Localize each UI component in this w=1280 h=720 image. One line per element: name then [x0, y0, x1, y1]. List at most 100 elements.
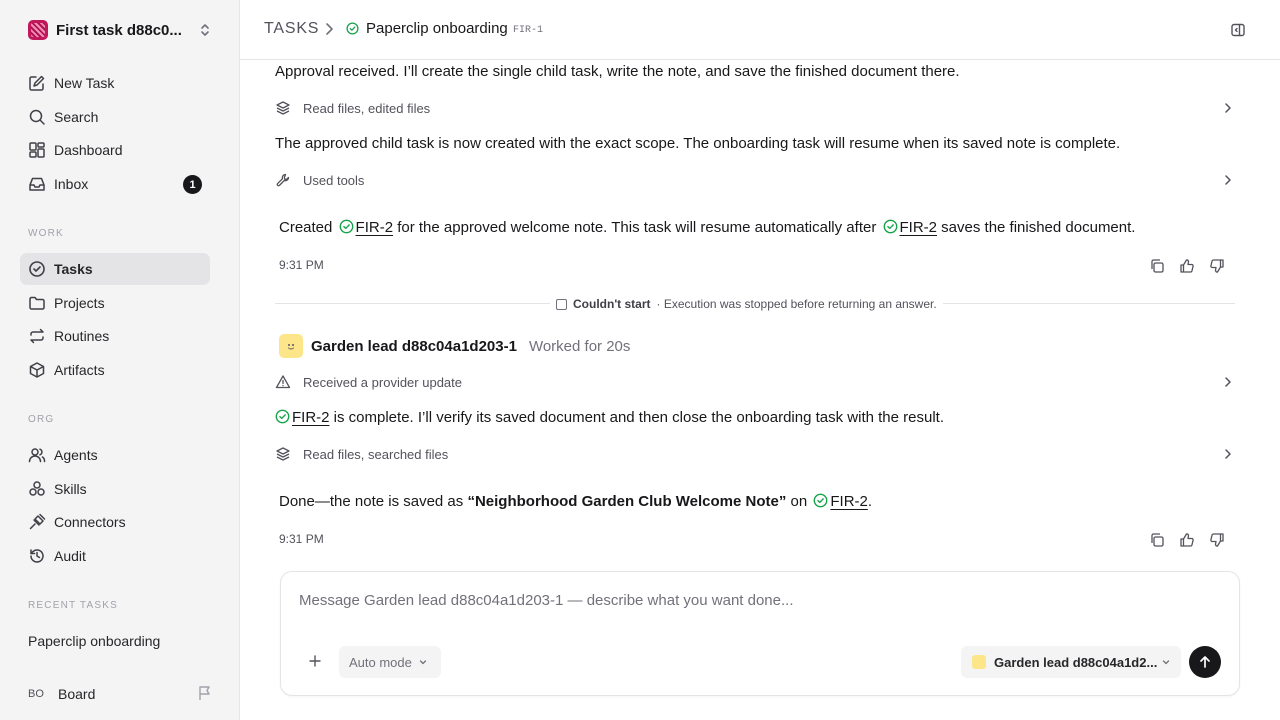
nav-label: Agents: [54, 447, 98, 463]
flag-icon[interactable]: [198, 685, 212, 701]
activity-label: Received a provider update: [303, 374, 462, 390]
nav-label: Search: [54, 109, 99, 125]
inbox-icon: [28, 175, 46, 193]
nav-search[interactable]: Search: [20, 101, 210, 133]
copy-icon[interactable]: [1149, 532, 1165, 548]
nav-new-task[interactable]: New Task: [20, 67, 210, 99]
send-button[interactable]: [1189, 646, 1221, 678]
edit-icon: [28, 74, 46, 92]
arrow-up-icon: [1198, 655, 1212, 669]
chevron-right-icon: [322, 21, 336, 37]
nav-label: Dashboard: [54, 142, 123, 158]
task-link[interactable]: FIR-2: [356, 219, 394, 236]
recent-task-item[interactable]: Paperclip onboarding: [28, 633, 160, 649]
message-timestamp: 9:31 PM: [279, 532, 324, 546]
board-name: Board: [58, 686, 96, 702]
add-attachment-icon[interactable]: [307, 653, 323, 669]
layers-icon: [275, 100, 291, 116]
agent-header: Garden lead d88c04a1d203-1 Worked for 20…: [279, 334, 630, 358]
nav-label: Connectors: [54, 514, 126, 530]
thumbs-up-icon[interactable]: [1179, 258, 1195, 274]
thumbs-up-icon[interactable]: [1179, 532, 1195, 548]
check-circle-icon: [28, 260, 46, 278]
check-circle-icon: [339, 219, 353, 234]
plug-icon: [28, 513, 46, 531]
message-timestamp: 9:31 PM: [279, 258, 324, 272]
message-composer: Auto mode Garden lead d88c04a1d2...: [280, 571, 1240, 696]
run-status-divider: Couldn't start · Execution was stopped b…: [550, 295, 943, 313]
thumbs-down-icon[interactable]: [1209, 532, 1225, 548]
breadcrumb-tasks[interactable]: TASKS: [264, 20, 319, 38]
skills-icon: [28, 480, 46, 498]
nav-label: Audit: [54, 548, 86, 564]
inbox-count-badge: 1: [183, 175, 202, 194]
chevron-down-icon: [418, 657, 428, 667]
nav-dashboard[interactable]: Dashboard: [20, 134, 210, 166]
activity-row[interactable]: Received a provider update: [275, 373, 1235, 391]
check-circle-icon: [883, 219, 897, 234]
reply-text: saves the finished document.: [941, 219, 1136, 236]
activity-label: Read files, searched files: [303, 446, 449, 462]
reply-text: for the approved welcome note. This task…: [397, 219, 877, 236]
activity-row[interactable]: Used tools: [275, 171, 1235, 189]
dashboard-icon: [28, 141, 46, 159]
thumbs-down-icon[interactable]: [1209, 258, 1225, 274]
message-text: is complete. I’ll verify its saved docum…: [333, 409, 944, 426]
nav-label: Projects: [54, 295, 105, 311]
toggle-panel-icon[interactable]: [1230, 22, 1246, 38]
nav-label: Inbox: [54, 176, 89, 192]
board-user[interactable]: BO Board: [28, 684, 212, 704]
nav-tasks[interactable]: Tasks: [20, 253, 210, 285]
history-icon: [28, 547, 46, 565]
message-input[interactable]: [299, 592, 1199, 609]
agent-avatar: [972, 655, 986, 669]
workspace-switcher[interactable]: First task d88c0...: [28, 19, 212, 41]
mode-select[interactable]: Auto mode: [339, 646, 441, 678]
users-icon: [28, 446, 46, 464]
status-done-icon: [346, 22, 359, 35]
reply-text: Created: [279, 219, 333, 236]
section-label-org: ORG: [28, 414, 55, 425]
document-title: “Neighborhood Garden Club Welcome Note”: [467, 493, 787, 510]
folder-icon: [28, 294, 46, 312]
activity-row[interactable]: Read files, edited files: [275, 99, 1235, 117]
task-link[interactable]: FIR-2: [900, 219, 938, 236]
feedback-actions: [1149, 532, 1225, 548]
task-id: FIR-1: [513, 25, 544, 36]
avatar: BO: [28, 688, 44, 700]
stopped-square-icon: [556, 298, 567, 310]
nav-label: Tasks: [54, 261, 93, 277]
run-status-detail: · Execution was stopped before returning…: [656, 297, 937, 311]
agent-avatar: [279, 334, 303, 358]
nav-label: Artifacts: [54, 362, 105, 378]
chevron-right-icon: [1221, 375, 1235, 389]
chevron-updown-icon: [198, 22, 212, 38]
activity-row[interactable]: Read files, searched files: [275, 445, 1235, 463]
chevron-right-icon: [1221, 173, 1235, 187]
task-link[interactable]: FIR-2: [830, 493, 868, 510]
nav-audit[interactable]: Audit: [20, 540, 210, 572]
nav-connectors[interactable]: Connectors: [20, 506, 210, 538]
wrench-icon: [275, 172, 291, 188]
nav-inbox[interactable]: Inbox 1: [20, 168, 210, 200]
nav-agents[interactable]: Agents: [20, 439, 210, 471]
nav-routines[interactable]: Routines: [20, 320, 210, 352]
nav-projects[interactable]: Projects: [20, 287, 210, 319]
task-link[interactable]: FIR-2: [292, 409, 330, 426]
chevron-right-icon: [1221, 101, 1235, 115]
agent-select[interactable]: Garden lead d88c04a1d2...: [961, 646, 1181, 678]
reply-text: Done—the note is saved as: [279, 493, 464, 510]
agent-message: Approval received. I’ll create the singl…: [275, 63, 960, 80]
workspace-name: First task d88c0...: [56, 21, 182, 39]
chevron-down-icon: [1161, 657, 1171, 667]
agent-message: FIR-2 is complete. I’ll verify its saved…: [275, 409, 944, 426]
nav-label: Skills: [54, 481, 87, 497]
run-status: Couldn't start: [573, 297, 651, 311]
layers-icon: [275, 446, 291, 462]
copy-icon[interactable]: [1149, 258, 1165, 274]
nav-artifacts[interactable]: Artifacts: [20, 354, 210, 386]
agent-select-label: Garden lead d88c04a1d2...: [994, 654, 1158, 670]
nav-skills[interactable]: Skills: [20, 473, 210, 505]
search-icon: [28, 108, 46, 126]
agent-message: The approved child task is now created w…: [275, 135, 1121, 152]
